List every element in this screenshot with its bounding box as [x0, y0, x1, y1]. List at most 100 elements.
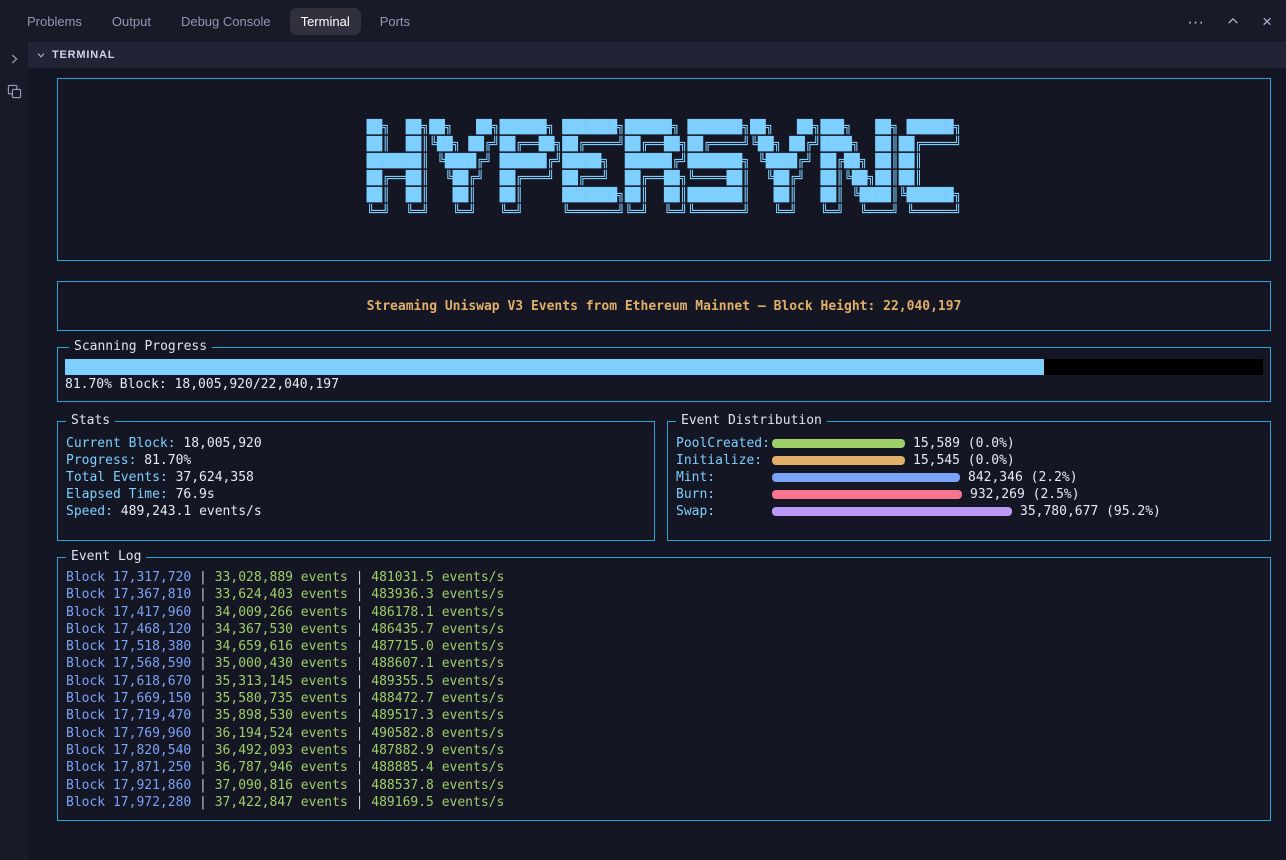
more-actions-icon[interactable]: ···: [1187, 13, 1204, 30]
stat-label: Progress:: [66, 453, 144, 468]
log-separator: |: [348, 778, 371, 793]
log-events: 36,787,946 events: [215, 760, 348, 775]
log-rate: 490582.8 events/s: [371, 726, 504, 741]
chevron-down-icon[interactable]: [35, 49, 47, 61]
event-log-row: Block 17,921,860 | 37,090,816 events | 4…: [66, 777, 1262, 794]
log-separator: |: [348, 795, 371, 810]
log-separator: |: [191, 760, 214, 775]
stat-row: Progress: 81.70%: [66, 452, 646, 469]
distribution-label: Mint:: [676, 470, 772, 485]
progress-bar-fill: [65, 359, 1044, 375]
log-events: 34,367,530 events: [215, 622, 348, 637]
left-rail: [0, 42, 28, 860]
stat-value: 18,005,920: [183, 436, 261, 451]
tab-debug-console[interactable]: Debug Console: [170, 8, 282, 35]
scanning-progress-box: Scanning Progress 81.70% Block: 18,005,9…: [57, 347, 1271, 402]
vscode-bottom-panel: Problems Output Debug Console Terminal Ports…: [0, 0, 1286, 860]
distribution-label: Swap:: [676, 504, 772, 519]
log-events: 36,194,524 events: [215, 726, 348, 741]
log-separator: |: [348, 622, 371, 637]
event-log-title: Event Log: [66, 549, 146, 564]
log-events: 35,580,735 events: [215, 691, 348, 706]
log-separator: |: [348, 674, 371, 689]
log-separator: |: [191, 605, 214, 620]
event-log-row: Block 17,669,150 | 35,580,735 events | 4…: [66, 690, 1262, 707]
log-rate: 489517.3 events/s: [371, 708, 504, 723]
log-block: Block 17,669,150: [66, 691, 191, 706]
log-separator: |: [191, 587, 214, 602]
distribution-label: PoolCreated:: [676, 436, 772, 451]
event-distribution-title: Event Distribution: [676, 413, 827, 428]
terminal-section-header[interactable]: TERMINAL: [28, 42, 1286, 68]
distribution-value: 15,545 (0.0%): [913, 453, 1015, 468]
log-events: 36,492,093 events: [215, 743, 348, 758]
distribution-row: Burn: 932,269 (2.5%): [676, 486, 1262, 503]
log-rate: 488472.7 events/s: [371, 691, 504, 706]
event-log-row: Block 17,518,380 | 34,659,616 events | 4…: [66, 638, 1262, 655]
stat-label: Elapsed Time:: [66, 487, 176, 502]
panel-tab-bar: Problems Output Debug Console Terminal Ports…: [0, 0, 1286, 42]
log-rate: 481031.5 events/s: [371, 570, 504, 585]
stats-box: Stats Current Block: 18,005,920Progress:…: [57, 421, 655, 541]
log-events: 37,090,816 events: [215, 778, 348, 793]
log-block: Block 17,468,120: [66, 622, 191, 637]
scanning-progress-title: Scanning Progress: [69, 339, 212, 354]
log-rate: 486435.7 events/s: [371, 622, 504, 637]
tab-problems[interactable]: Problems: [16, 8, 93, 35]
event-log-row: Block 17,719,470 | 35,898,530 events | 4…: [66, 707, 1262, 724]
event-log-row: Block 17,769,960 | 36,194,524 events | 4…: [66, 725, 1262, 742]
log-rate: 488885.4 events/s: [371, 760, 504, 775]
distribution-value: 15,589 (0.0%): [913, 436, 1015, 451]
event-distribution-box: Event Distribution PoolCreated:15,589 (0…: [667, 421, 1271, 541]
log-separator: |: [348, 726, 371, 741]
distribution-bar: [772, 490, 962, 499]
log-separator: |: [191, 708, 214, 723]
event-log-row: Block 17,820,540 | 36,492,093 events | 4…: [66, 742, 1262, 759]
stats-box-title: Stats: [66, 413, 115, 428]
log-separator: |: [191, 674, 214, 689]
split-view-icon[interactable]: [5, 82, 23, 100]
tab-output[interactable]: Output: [101, 8, 162, 35]
distribution-value: 932,269 (2.5%): [970, 487, 1080, 502]
distribution-row: Mint:842,346 (2.2%): [676, 469, 1262, 486]
distribution-label: Initialize:: [676, 453, 772, 468]
event-log-row: Block 17,972,280 | 37,422,847 events | 4…: [66, 794, 1262, 811]
event-log-row: Block 17,568,590 | 35,000,430 events | 4…: [66, 655, 1262, 672]
terminal-content[interactable]: ██╗ ██╗██╗ ██╗██████╗ ███████╗██████╗ ██…: [28, 68, 1286, 860]
chevron-right-icon[interactable]: [5, 50, 23, 68]
hypersync-banner-box: ██╗ ██╗██╗ ██╗██████╗ ███████╗██████╗ ██…: [57, 78, 1271, 261]
stat-label: Total Events:: [66, 470, 176, 485]
log-rate: 489355.5 events/s: [371, 674, 504, 689]
log-separator: |: [191, 795, 214, 810]
log-separator: |: [348, 708, 371, 723]
event-log-box: Event Log Block 17,317,720 | 33,028,889 …: [57, 557, 1271, 821]
event-distribution-rows: PoolCreated: 15,589 (0.0%) Initialize: 15,5…: [676, 435, 1262, 520]
close-panel-icon[interactable]: ×: [1262, 13, 1272, 30]
tab-ports[interactable]: Ports: [369, 8, 421, 35]
event-log-row: Block 17,871,250 | 36,787,946 events | 4…: [66, 759, 1262, 776]
stat-label: Current Block:: [66, 436, 183, 451]
distribution-row: Swap:35,780,677 (95.2%): [676, 503, 1262, 520]
log-separator: |: [348, 656, 371, 671]
event-log-row: Block 17,618,670 | 35,313,145 events | 4…: [66, 673, 1262, 690]
log-block: Block 17,719,470: [66, 708, 191, 723]
log-block: Block 17,871,250: [66, 760, 191, 775]
log-separator: |: [348, 691, 371, 706]
log-separator: |: [348, 570, 371, 585]
distribution-bar: [772, 507, 1012, 516]
log-separator: |: [191, 639, 214, 654]
log-block: Block 17,417,960: [66, 605, 191, 620]
event-log-row: Block 17,417,960 | 34,009,266 events | 4…: [66, 604, 1262, 621]
maximize-panel-icon[interactable]: [1226, 14, 1240, 28]
event-log-row: Block 17,367,810 | 33,624,403 events | 4…: [66, 586, 1262, 603]
distribution-label: Burn:: [676, 487, 772, 502]
log-block: Block 17,518,380: [66, 639, 191, 654]
tab-terminal[interactable]: Terminal: [290, 8, 361, 35]
log-rate: 486178.1 events/s: [371, 605, 504, 620]
log-separator: |: [348, 587, 371, 602]
stat-row: Current Block: 18,005,920: [66, 435, 646, 452]
log-events: 35,898,530 events: [215, 708, 348, 723]
progress-label: 81.70% Block: 18,005,920/22,040,197: [65, 376, 1263, 393]
distribution-row: Initialize: 15,545 (0.0%): [676, 452, 1262, 469]
stream-info-text: Streaming Uniswap V3 Events from Ethereu…: [367, 299, 962, 314]
